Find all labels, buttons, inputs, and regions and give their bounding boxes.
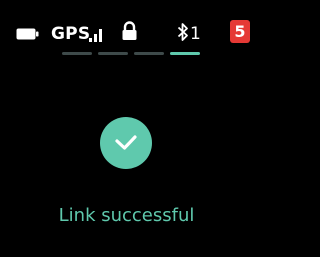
page-indicator [62,52,200,55]
status-bar: GPS 1 5 [0,0,253,56]
page-dot-active [170,52,200,55]
battery-icon [16,28,39,40]
success-message: Link successful [58,205,195,226]
page-dot [62,52,92,55]
checkmark-icon [115,135,137,150]
notification-badge[interactable]: 5 [230,20,250,43]
bluetooth-icon [177,23,188,41]
page-dot [134,52,164,55]
page-dot [98,52,128,55]
bluetooth-device-count: 1 [190,24,201,44]
success-icon [100,117,152,169]
gps-label: GPS [51,24,91,44]
signal-bars-icon [89,29,102,42]
lock-icon [122,21,137,40]
